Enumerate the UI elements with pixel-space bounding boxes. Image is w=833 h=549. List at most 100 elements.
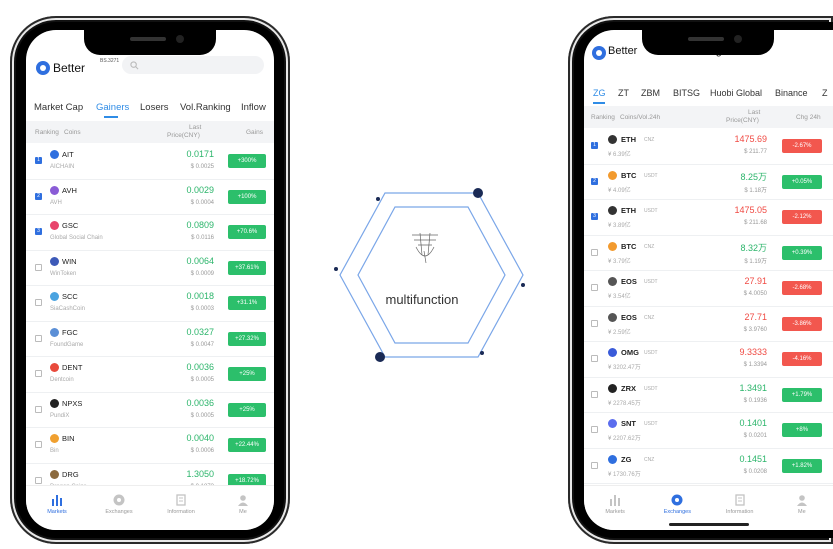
trading-pair: CNZ — [644, 456, 655, 463]
table-row[interactable]: SNT USDT ¥ 2207.62万 0.1401 $ 0.0201 +8% — [584, 412, 833, 449]
coin-name: Bin — [50, 448, 59, 454]
coin-name: SiaCashCoin — [50, 306, 86, 312]
gain-badge[interactable]: +31.1% — [228, 296, 266, 310]
coin-icon — [50, 185, 59, 195]
table-row[interactable]: FGC FoundGame 0.0327 $ 0.0047 +27.32% — [26, 321, 274, 357]
price-cny: $ 0.0003 — [190, 306, 214, 312]
tab-zt[interactable]: ZT — [618, 88, 629, 98]
nav-information[interactable]: Information — [720, 494, 760, 515]
left-phone-screen: Better BS.3271 Market Cap Gainers Losers… — [26, 30, 274, 530]
table-row[interactable]: OMG USDT ¥ 3202.47万 9.3333 $ 1.3394 -4.16% — [584, 341, 833, 378]
nav-label: Me — [239, 509, 247, 515]
gain-badge[interactable]: +25% — [228, 402, 266, 417]
change-badge[interactable]: +1.79% — [782, 387, 822, 402]
tab-losers[interactable]: Losers — [140, 102, 169, 113]
search-input[interactable] — [122, 56, 264, 74]
gain-badge[interactable]: +70.6% — [228, 225, 266, 239]
coin-symbol: EOS — [621, 277, 637, 286]
change-badge[interactable]: -4.16% — [782, 352, 822, 366]
coin-symbol: ETH — [621, 135, 636, 144]
coin-symbol: EOS — [621, 312, 637, 322]
multifunction-sketch-icon — [412, 232, 438, 264]
volume-24h: ¥ 3.54亿 — [608, 294, 631, 300]
last-price: 0.0064 — [186, 255, 214, 266]
table-row[interactable]: ZRX USDT ¥ 2278.45万 1.3491 $ 0.1936 +1.79% — [584, 377, 833, 413]
tab-huobi-global[interactable]: Huobi Global — [710, 88, 762, 98]
table-row[interactable]: 1 ETH CNZ ¥ 6.39亿 1475.69 $ 211.77 -2.67% — [584, 128, 833, 165]
volume-24h: ¥ 2207.62万 — [608, 436, 641, 442]
rank-badge — [35, 370, 42, 377]
coin-name: Dentcoin — [50, 377, 74, 383]
rank-badge: 2 — [591, 177, 598, 185]
table-row[interactable]: BIN Bin 0.0040 $ 0.0006 +22.44% — [26, 427, 274, 464]
nav-label: Information — [167, 509, 195, 515]
nav-exchanges[interactable]: Exchanges — [657, 494, 697, 515]
last-price: 1.3491 — [739, 382, 767, 393]
nav-information[interactable]: Information — [161, 494, 201, 515]
table-row[interactable]: 2 AVH AVH 0.0029 $ 0.0004 +100% — [26, 179, 274, 215]
tab-inflow[interactable]: Inflow — [241, 102, 266, 113]
nav-exchanges[interactable]: Exchanges — [99, 494, 139, 515]
gain-badge[interactable]: +25% — [228, 367, 266, 381]
table-row[interactable]: WIN WinToken 0.0064 $ 0.0009 +37.61% — [26, 250, 274, 286]
gain-badge[interactable]: +300% — [228, 154, 266, 168]
active-tab-underline — [104, 116, 118, 118]
document-icon — [175, 494, 187, 506]
nav-markets[interactable]: Markets — [595, 494, 635, 515]
table-row[interactable]: ZG CNZ ¥ 1730.76万 0.1451 $ 0.0208 +1.82% — [584, 448, 833, 484]
trading-pair: CNZ — [644, 314, 655, 321]
change-badge[interactable]: +8% — [782, 423, 822, 437]
change-badge[interactable]: -2.67% — [782, 139, 822, 153]
coin-icon — [608, 170, 617, 180]
table-row[interactable]: EOS USDT ¥ 3.54亿 27.91 $ 4.0050 -2.68% — [584, 270, 833, 307]
node-dot — [473, 188, 483, 198]
table-row[interactable]: 3 ETH USDT ¥ 3.89亿 1475.05 $ 211.68 -2.12% — [584, 199, 833, 236]
volume-24h: ¥ 2278.45万 — [608, 400, 641, 407]
rank-badge — [35, 334, 42, 342]
table-row[interactable]: SCC SiaCashCoin 0.0018 $ 0.0003 +31.1% — [26, 285, 274, 322]
rank-badge — [591, 461, 598, 469]
tab-zbm[interactable]: ZBM — [641, 88, 660, 98]
nav-label: Markets — [605, 509, 625, 515]
table-row[interactable]: NPXS PundiX 0.0036 $ 0.0005 +25% — [26, 392, 274, 428]
volume-24h: ¥ 6.39亿 — [608, 152, 631, 158]
gain-badge[interactable]: +27.32% — [228, 331, 266, 346]
tab-z[interactable]: Z — [822, 88, 828, 98]
change-badge[interactable]: +0.39% — [782, 245, 822, 260]
tab-market-cap[interactable]: Market Cap — [34, 102, 83, 113]
nav-me[interactable]: Me — [223, 494, 263, 515]
price-cny: $ 3.9760 — [743, 326, 767, 333]
gain-badge[interactable]: +100% — [228, 189, 266, 204]
table-row[interactable]: 2 BTC USDT ¥ 4.09亿 8.25万 $ 1.18万 +0.05% — [584, 164, 833, 200]
last-price: 27.91 — [744, 276, 767, 286]
coin-name: AICHAIN — [50, 164, 75, 170]
change-badge[interactable]: +0.05% — [782, 174, 822, 189]
left-phone-notch — [84, 30, 216, 55]
tab-bitsg[interactable]: BITSG — [673, 88, 700, 98]
table-row[interactable]: 3 GSC Global Social Chain 0.0809 $ 0.0116 +70… — [26, 214, 274, 251]
node-dot — [480, 351, 484, 355]
tab-gainers[interactable]: Gainers — [96, 102, 129, 113]
tab-vol-ranking[interactable]: Vol.Ranking — [180, 102, 231, 113]
coin-symbol: BIN — [62, 434, 75, 443]
app-name: Better — [53, 61, 86, 75]
change-badge[interactable]: +1.82% — [782, 458, 822, 473]
nav-label: Information — [725, 509, 754, 515]
coin-symbol: ZG — [621, 454, 632, 464]
table-row[interactable]: 1 AIT AICHAIN 0.0171 $ 0.0025 +300% — [26, 143, 274, 180]
change-badge[interactable]: -2.12% — [782, 210, 822, 224]
table-row[interactable]: BTC CNZ ¥ 3.79亿 8.32万 $ 1.19万 +0.39% — [584, 235, 833, 271]
tab-binance[interactable]: Binance — [775, 88, 808, 98]
price-cny: $ 1.3394 — [743, 362, 767, 368]
change-badge[interactable]: -2.68% — [782, 281, 822, 295]
change-badge[interactable]: -3.86% — [782, 316, 822, 331]
price-cny: $ 4.0050 — [743, 291, 767, 297]
nav-markets[interactable]: Markets — [37, 494, 77, 515]
gain-badge[interactable]: +37.61% — [228, 260, 266, 275]
table-row[interactable]: DENT Dentcoin 0.0036 $ 0.0005 +25% — [26, 356, 274, 393]
table-row[interactable]: EOS CNZ ¥ 2.59亿 27.71 $ 3.9760 -3.86% — [584, 306, 833, 342]
gain-badge[interactable]: +22.44% — [228, 438, 266, 452]
nav-me[interactable]: Me — [782, 494, 822, 515]
search-icon — [130, 61, 139, 70]
tab-zg[interactable]: ZG — [593, 88, 606, 98]
